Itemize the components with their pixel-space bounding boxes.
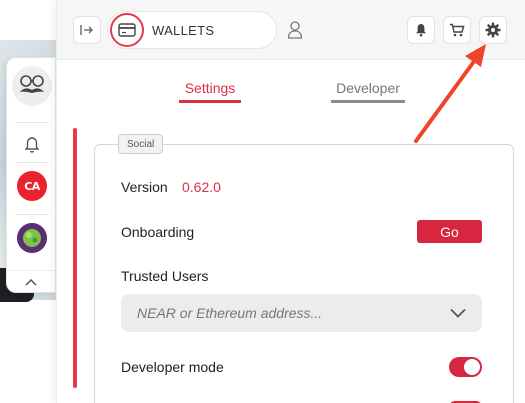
rail-divider <box>15 122 49 123</box>
settings-button[interactable] <box>479 16 507 44</box>
panel-header: WALLETS <box>57 0 525 60</box>
address-placeholder: NEAR or Ethereum address... <box>137 305 323 321</box>
user-icon <box>287 21 303 39</box>
app-ca-label: CA <box>24 179 40 193</box>
collapse-panel-icon <box>80 25 93 35</box>
developer-mode-toggle[interactable] <box>449 357 482 377</box>
chevron-up-icon <box>25 278 37 286</box>
bell-icon <box>24 137 40 153</box>
notifications-button[interactable] <box>21 134 43 156</box>
cart-icon <box>450 23 465 37</box>
user-button[interactable] <box>285 19 305 41</box>
onboarding-label: Onboarding <box>121 224 195 240</box>
mustache-avatar-icon <box>20 75 44 93</box>
toggle-knob <box>464 359 480 375</box>
app-green[interactable] <box>17 223 47 253</box>
wallets-label: WALLETS <box>152 22 215 38</box>
wallets-selector[interactable]: WALLETS <box>107 11 277 49</box>
rail-divider <box>15 214 49 215</box>
developer-mode-label: Developer mode <box>121 359 224 375</box>
version-label: Version <box>121 179 168 195</box>
tab-developer[interactable]: Developer <box>331 80 405 96</box>
tab-developer-underline <box>331 100 405 103</box>
wallet-card-icon <box>118 23 136 37</box>
wallet-panel: WALLETS Settings Developer Social Versio… <box>56 0 525 403</box>
tab-settings[interactable]: Settings <box>179 80 241 96</box>
icon-rail: CA <box>6 57 56 293</box>
chevron-down-icon <box>450 308 466 318</box>
green-app-icon <box>17 223 47 253</box>
bell-icon <box>416 24 426 37</box>
notifications-header-button[interactable] <box>407 16 435 44</box>
rail-collapse-button[interactable] <box>7 270 55 292</box>
version-value: 0.62.0 <box>182 179 221 195</box>
scrollbar[interactable] <box>73 128 77 388</box>
wallet-icon-circle <box>110 13 144 47</box>
collapse-panel-button[interactable] <box>73 16 101 44</box>
app-ca[interactable]: CA <box>17 171 47 201</box>
cart-button[interactable] <box>443 16 471 44</box>
trusted-users-select[interactable]: NEAR or Ethereum address... <box>121 294 482 332</box>
avatar[interactable] <box>12 66 52 106</box>
gear-icon <box>485 22 501 38</box>
rail-divider <box>15 162 49 163</box>
tab-settings-underline <box>179 100 241 103</box>
trusted-users-label: Trusted Users <box>121 268 209 284</box>
section-tag: Social <box>118 134 164 154</box>
onboarding-go-button[interactable]: Go <box>417 220 482 243</box>
